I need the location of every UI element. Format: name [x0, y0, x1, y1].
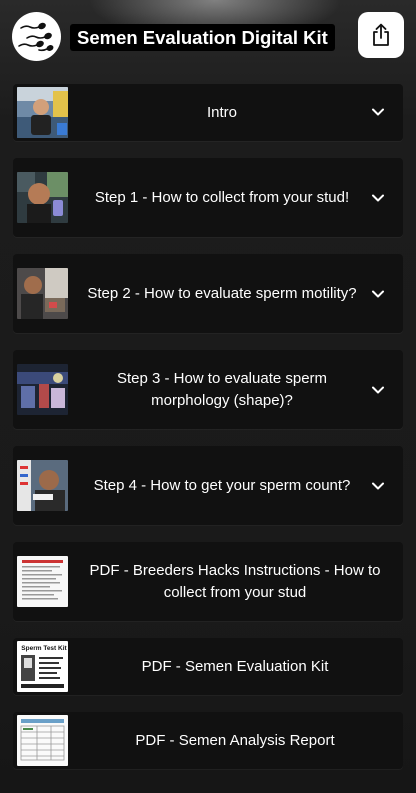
chevron-down-icon[interactable] — [371, 287, 385, 301]
document-label: PDF - Semen Evaluation Kit — [141, 657, 329, 675]
document-label: PDF - Semen Analysis Report — [135, 731, 335, 749]
share-button[interactable] — [358, 12, 404, 58]
video-thumbnail — [17, 268, 68, 319]
document-label: PDF - Breeders Hacks Instructions - How … — [89, 561, 381, 601]
section-step-2[interactable]: Step 2 - How to evaluate sperm motility? — [13, 254, 403, 333]
section-label: Step 3 - How to evaluate sperm morpholog… — [116, 369, 328, 409]
thumb-title: Sperm Test Kit — [21, 645, 67, 652]
video-thumbnail — [17, 172, 68, 223]
video-thumbnail — [17, 460, 68, 511]
section-label: Step 2 - How to evaluate sperm motility? — [87, 284, 357, 302]
pdf-thumbnail — [17, 715, 68, 766]
sperm-logo-icon — [12, 12, 61, 61]
section-intro[interactable]: Intro — [13, 84, 403, 141]
section-step-1[interactable]: Step 1 - How to collect from your stud! — [13, 158, 403, 237]
app-title: Semen Evaluation Digital Kit — [70, 24, 335, 51]
section-step-3[interactable]: Step 3 - How to evaluate sperm morpholog… — [13, 350, 403, 429]
document-breeders-hacks[interactable]: PDF - Breeders Hacks Instructions - How … — [13, 542, 403, 621]
share-icon — [373, 23, 389, 46]
pdf-thumbnail — [17, 556, 68, 607]
document-semen-analysis-report[interactable]: PDF - Semen Analysis Report — [13, 712, 403, 769]
chevron-down-icon[interactable] — [371, 479, 385, 493]
section-label: Step 1 - How to collect from your stud! — [94, 188, 350, 206]
chevron-down-icon[interactable] — [371, 191, 385, 205]
video-thumbnail — [17, 364, 68, 415]
pdf-thumbnail: Sperm Test Kit — [17, 641, 68, 692]
chevron-down-icon[interactable] — [371, 383, 385, 397]
section-label: Intro — [206, 103, 237, 121]
chevron-down-icon[interactable] — [371, 105, 385, 119]
page-title: Semen Evaluation Digital Kit — [77, 26, 328, 48]
video-thumbnail — [17, 87, 68, 138]
app-header: Semen Evaluation Digital Kit — [0, 0, 416, 78]
section-step-4[interactable]: Step 4 - How to get your sperm count? — [13, 446, 403, 525]
section-label: Step 4 - How to get your sperm count? — [93, 476, 351, 494]
document-semen-evaluation-kit[interactable]: Sperm Test Kit PDF - Semen Evaluation Ki… — [13, 638, 403, 695]
